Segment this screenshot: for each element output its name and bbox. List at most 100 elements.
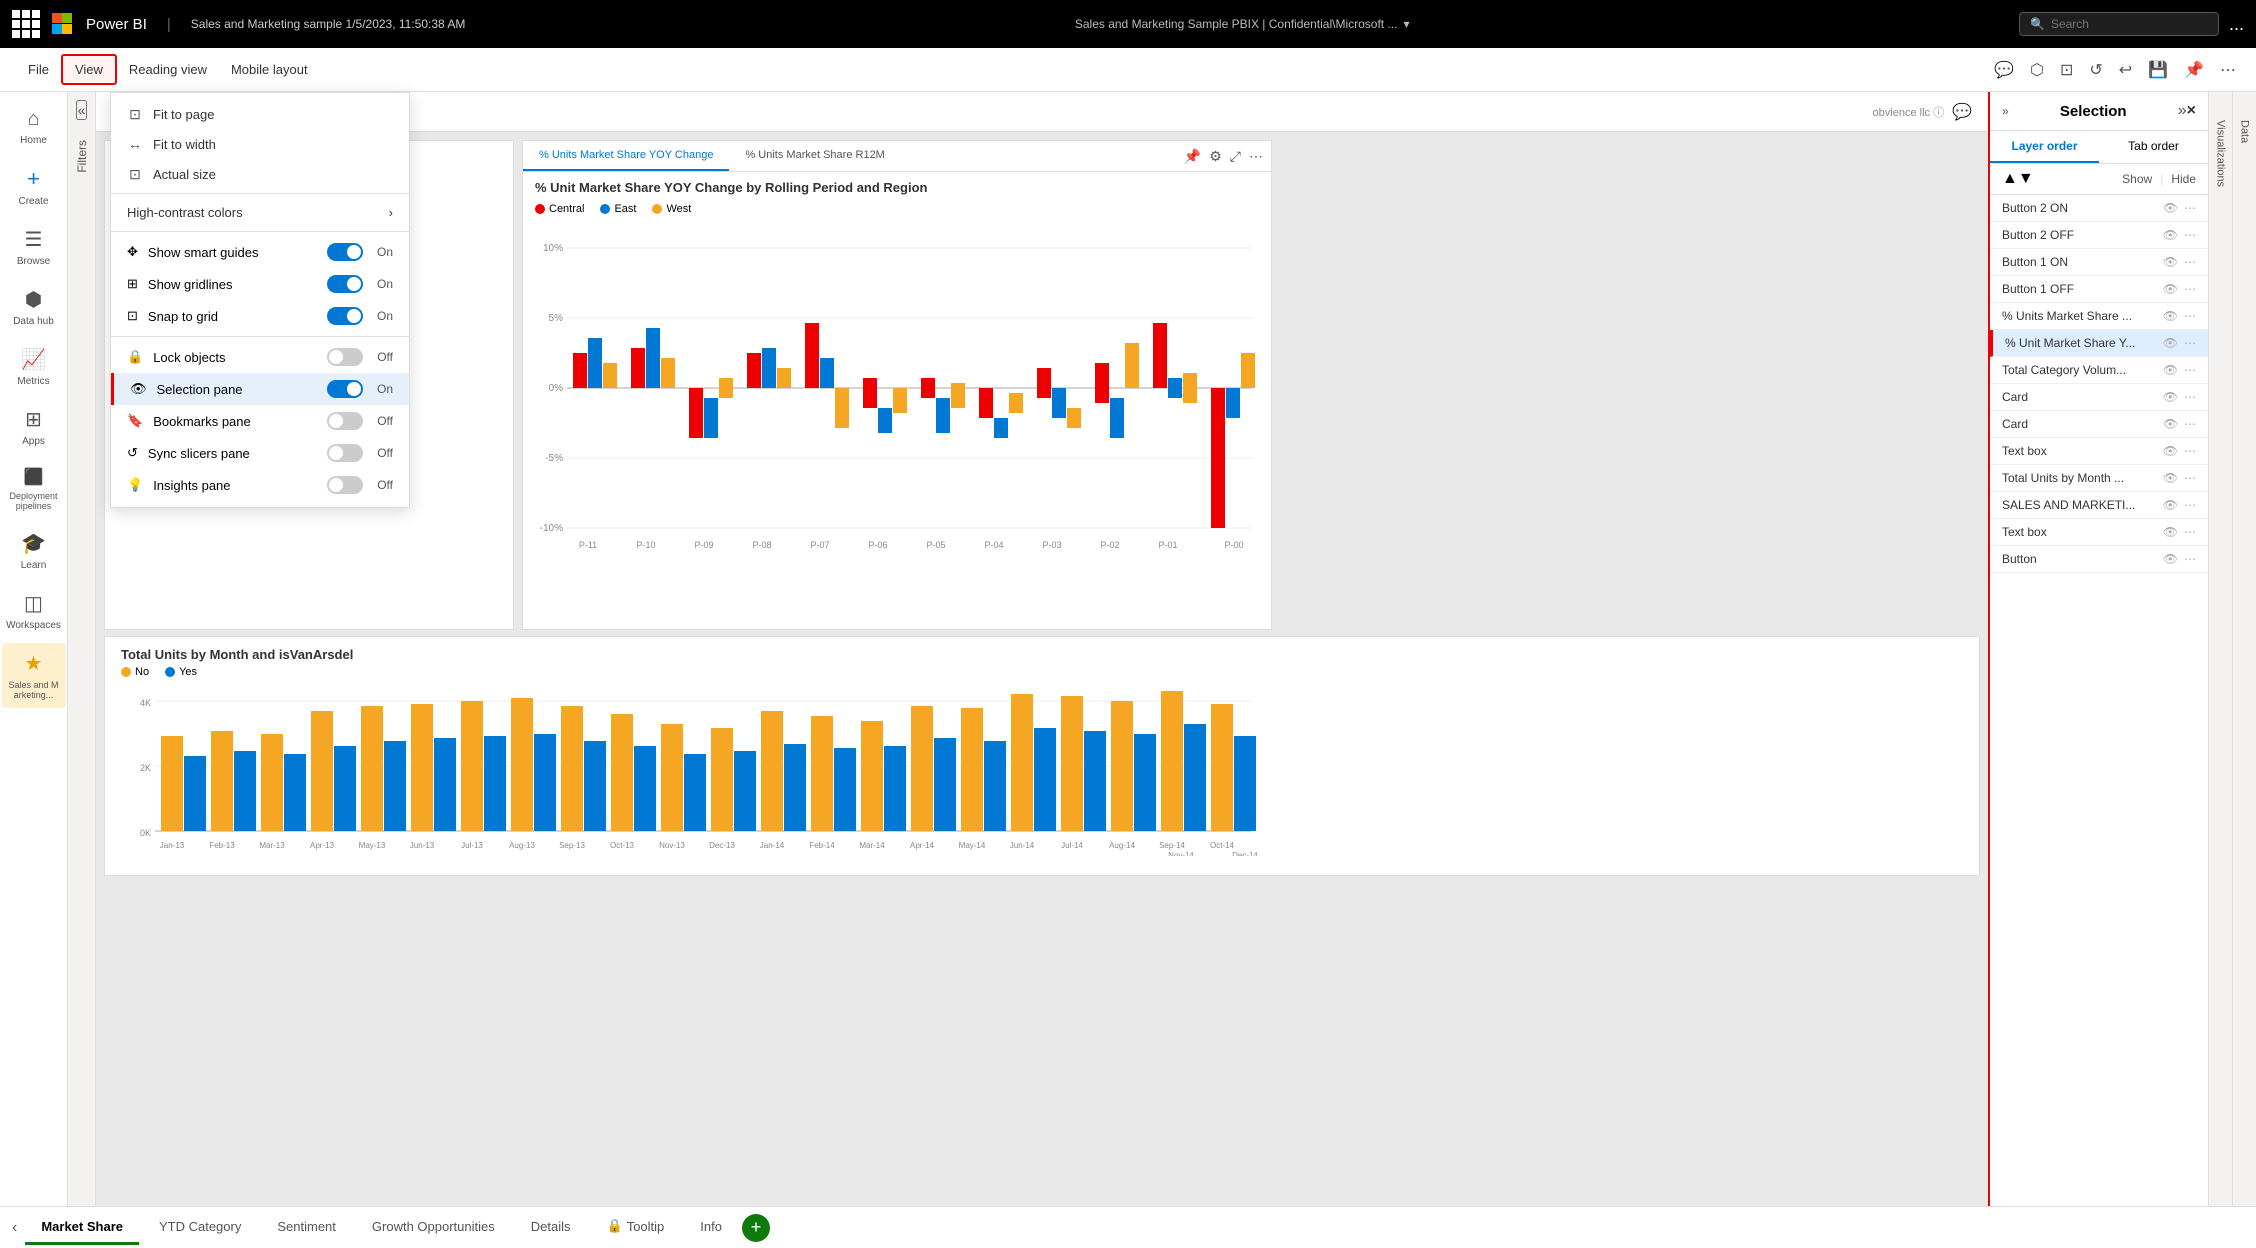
snap-to-grid-row[interactable]: ⊡ Snap to grid On — [111, 300, 409, 332]
chart-pin-icon[interactable]: 📌 — [1184, 148, 1201, 165]
file-button[interactable]: File — [16, 56, 61, 83]
sidebar-item-learn[interactable]: 🎓 Learn — [2, 523, 66, 579]
eye-icon[interactable]: 👁 — [2163, 363, 2178, 377]
sel-item-total-cat[interactable]: Total Category Volum... 👁 ⋯ — [1990, 357, 2208, 384]
lock-objects-toggle[interactable] — [327, 348, 363, 366]
save-icon[interactable]: 💾 — [2144, 56, 2172, 84]
fit-to-width-item[interactable]: ↔ Fit to width — [111, 129, 409, 159]
chart-filter-icon[interactable]: ⚙ — [1209, 148, 1222, 165]
show-gridlines-row[interactable]: ⊞ Show gridlines On — [111, 268, 409, 300]
down-arrow-icon[interactable]: ▼ — [2018, 170, 2034, 188]
comment-icon[interactable]: 💬 — [1990, 56, 2018, 84]
eye-icon[interactable]: 👁 — [2163, 552, 2178, 566]
sel-item-btn2off[interactable]: Button 2 OFF 👁 ⋯ — [1990, 222, 2208, 249]
app-grid-button[interactable] — [12, 10, 40, 38]
comment-button[interactable]: 💬 — [1952, 102, 1972, 122]
eye-icon[interactable]: 👁 — [2163, 498, 2178, 512]
dropdown-arrow-icon[interactable]: ▾ — [1403, 17, 1409, 31]
chart-more-icon[interactable]: ⋯ — [1249, 148, 1263, 165]
sel-item-total-units[interactable]: Total Units by Month ... 👁 ⋯ — [1990, 465, 2208, 492]
tab-ytd-category[interactable]: YTD Category — [143, 1211, 257, 1245]
more-icon[interactable]: ⋯ — [2184, 417, 2196, 431]
panel-left-collapse-icon[interactable]: » — [2002, 104, 2009, 118]
bookmarks-pane-toggle[interactable] — [327, 412, 363, 430]
eye-icon[interactable]: 👁 — [2163, 201, 2178, 215]
search-box[interactable]: 🔍 — [2019, 12, 2219, 36]
tab-prev-button[interactable]: ‹ — [8, 1215, 21, 1241]
tab-market-share[interactable]: Market Share — [25, 1211, 139, 1245]
ellipsis-icon[interactable]: ⋯ — [2216, 56, 2240, 84]
app-grid-icon[interactable] — [12, 10, 40, 38]
sidebar-item-browse[interactable]: ☰ Browse — [2, 219, 66, 275]
eye-icon[interactable]: 👁 — [2163, 336, 2178, 350]
chart-tab-r12m[interactable]: % Units Market Share R12M — [729, 141, 900, 171]
selection-close-button[interactable]: × — [2187, 102, 2196, 120]
up-arrow-icon[interactable]: ▲ — [2002, 170, 2018, 188]
undo-icon[interactable]: ↩ — [2115, 56, 2136, 84]
gridlines-toggle[interactable] — [327, 275, 363, 293]
eye-icon[interactable]: 👁 — [2163, 471, 2178, 485]
selection-right-icon[interactable]: » — [2178, 102, 2187, 120]
more-icon[interactable]: ⋯ — [2184, 552, 2196, 566]
sel-item-textbox2[interactable]: Text box 👁 ⋯ — [1990, 519, 2208, 546]
chart-tab-yoy[interactable]: % Units Market Share YOY Change — [523, 141, 729, 171]
more-icon[interactable]: ⋯ — [2184, 201, 2196, 215]
more-icon[interactable]: ⋯ — [2184, 390, 2196, 404]
selection-pane-toggle[interactable] — [327, 380, 363, 398]
selection-pane-row[interactable]: 👁 Selection pane On — [111, 373, 409, 405]
tab-growth-opportunities[interactable]: Growth Opportunities — [356, 1211, 511, 1245]
tab-sentiment[interactable]: Sentiment — [261, 1211, 352, 1245]
filters-label[interactable]: Filters — [75, 140, 89, 173]
more-icon[interactable]: ⋯ — [2184, 363, 2196, 377]
sel-item-sales-mkt[interactable]: SALES AND MARKETI... 👁 ⋯ — [1990, 492, 2208, 519]
sel-item-btn1off[interactable]: Button 1 OFF 👁 ⋯ — [1990, 276, 2208, 303]
eye-icon[interactable]: 👁 — [2163, 255, 2178, 269]
tab-details[interactable]: Details — [515, 1211, 587, 1245]
pin-icon[interactable]: 📌 — [2180, 56, 2208, 84]
more-icon[interactable]: ⋯ — [2184, 498, 2196, 512]
more-options-button[interactable]: ... — [2229, 14, 2244, 35]
sidebar-item-sales[interactable]: ★ Sales and Marketing... — [2, 643, 66, 708]
more-icon[interactable]: ⋯ — [2184, 228, 2196, 242]
sel-item-card2[interactable]: Card 👁 ⋯ — [1990, 411, 2208, 438]
smart-guides-toggle[interactable] — [327, 243, 363, 261]
sync-slicers-toggle[interactable] — [327, 444, 363, 462]
show-smart-guides-row[interactable]: ✥ Show smart guides On — [111, 236, 409, 268]
sync-icon[interactable]: ↺ — [2085, 56, 2106, 84]
sidebar-item-metrics[interactable]: 📈 Metrics — [2, 339, 66, 395]
fit-to-page-item[interactable]: ⊡ Fit to page — [111, 99, 409, 129]
eye-icon[interactable]: 👁 — [2163, 390, 2178, 404]
insights-pane-row[interactable]: 💡 Insights pane Off — [111, 469, 409, 501]
share-icon[interactable]: ⬡ — [2026, 56, 2048, 84]
tab-tooltip[interactable]: 🔒 Tooltip — [591, 1210, 681, 1245]
tab-layer-order[interactable]: Layer order — [1990, 131, 2099, 163]
eye-icon[interactable]: 👁 — [2163, 525, 2178, 539]
tab-tab-order[interactable]: Tab order — [2099, 131, 2208, 163]
sidebar-item-datahub[interactable]: ⬢ Data hub — [2, 279, 66, 335]
eye-icon[interactable]: 👁 — [2163, 228, 2178, 242]
bookmarks-pane-row[interactable]: 🔖 Bookmarks pane Off — [111, 405, 409, 437]
more-icon[interactable]: ⋯ — [2184, 336, 2196, 350]
eye-icon[interactable]: 👁 — [2163, 282, 2178, 296]
more-icon[interactable]: ⋯ — [2184, 255, 2196, 269]
insights-pane-toggle[interactable] — [327, 476, 363, 494]
sel-item-textbox1[interactable]: Text box 👁 ⋯ — [1990, 438, 2208, 465]
search-input[interactable] — [2051, 17, 2191, 31]
visualizations-label[interactable]: Visualizations — [2215, 120, 2227, 187]
mobile-layout-button[interactable]: Mobile layout — [219, 56, 320, 83]
sel-item-button[interactable]: Button 👁 ⋯ — [1990, 546, 2208, 573]
tab-info[interactable]: Info — [684, 1211, 738, 1245]
sidebar-item-apps[interactable]: ⊞ Apps — [2, 399, 66, 455]
sel-item-card1[interactable]: Card 👁 ⋯ — [1990, 384, 2208, 411]
more-icon[interactable]: ⋯ — [2184, 525, 2196, 539]
sidebar-item-create[interactable]: + Create — [2, 158, 66, 215]
sel-item-pct-units[interactable]: % Units Market Share ... 👁 ⋯ — [1990, 303, 2208, 330]
sel-item-btn2on[interactable]: Button 2 ON 👁 ⋯ — [1990, 195, 2208, 222]
sidebar-item-home[interactable]: ⌂ Home — [2, 100, 66, 154]
data-panel-label[interactable]: Data — [2239, 120, 2251, 143]
add-tab-button[interactable]: + — [742, 1214, 770, 1242]
more-icon[interactable]: ⋯ — [2184, 309, 2196, 323]
more-icon[interactable]: ⋯ — [2184, 471, 2196, 485]
more-icon[interactable]: ⋯ — [2184, 444, 2196, 458]
sync-slicers-row[interactable]: ↺ Sync slicers pane Off — [111, 437, 409, 469]
